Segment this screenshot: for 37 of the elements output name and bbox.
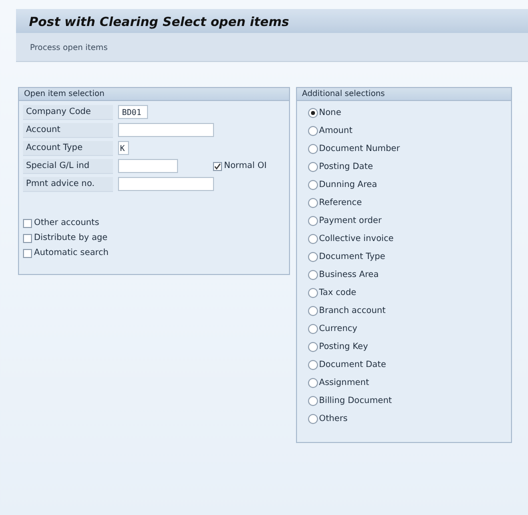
radio-option[interactable]: Payment order: [308, 214, 511, 227]
radio-option[interactable]: Document Number: [308, 142, 511, 155]
panel-header: Open item selection: [19, 88, 289, 101]
checkbox[interactable]: Other accounts: [23, 218, 289, 228]
normal-oi-checkbox[interactable]: Normal OI: [213, 161, 267, 171]
field-label: Account Type: [23, 140, 113, 156]
input-field[interactable]: K: [118, 141, 129, 155]
field-label: Special G/L ind: [23, 158, 113, 174]
check-icon: [214, 162, 221, 170]
toolbar-text: Process open items: [30, 42, 108, 52]
input-field[interactable]: [118, 123, 214, 137]
radio-option[interactable]: None: [308, 106, 511, 119]
input-field[interactable]: [118, 177, 214, 191]
radio-option[interactable]: Reference: [308, 196, 511, 209]
input-field[interactable]: [118, 159, 178, 173]
radio-option[interactable]: Branch account: [308, 304, 511, 317]
radio-option[interactable]: Amount: [308, 124, 511, 137]
checkbox[interactable]: Automatic search: [23, 248, 289, 258]
radio-option[interactable]: Posting Key: [308, 340, 511, 353]
radio-option[interactable]: Currency: [308, 322, 511, 335]
checkbox[interactable]: Distribute by age: [23, 233, 289, 243]
radio-option[interactable]: Others: [308, 412, 511, 425]
input-field[interactable]: BD01: [118, 105, 148, 119]
radio-option[interactable]: Assignment: [308, 376, 511, 389]
radio-option[interactable]: Business Area: [308, 268, 511, 281]
window-title: Post with Clearing Select open items: [29, 14, 290, 28]
field-label: Pmnt advice no.: [23, 176, 113, 192]
field-label: Company Code: [23, 104, 113, 120]
radio-option[interactable]: Posting Date: [308, 160, 511, 173]
panel-header: Additional selections: [297, 88, 511, 101]
field-label: Account: [23, 122, 113, 138]
radio-option[interactable]: Collective invoice: [308, 232, 511, 245]
radio-option[interactable]: Dunning Area: [308, 178, 511, 191]
radio-option[interactable]: Tax code: [308, 286, 511, 299]
radio-option[interactable]: Document Date: [308, 358, 511, 371]
radio-option[interactable]: Document Type: [308, 250, 511, 263]
radio-option[interactable]: Billing Document: [308, 394, 511, 407]
